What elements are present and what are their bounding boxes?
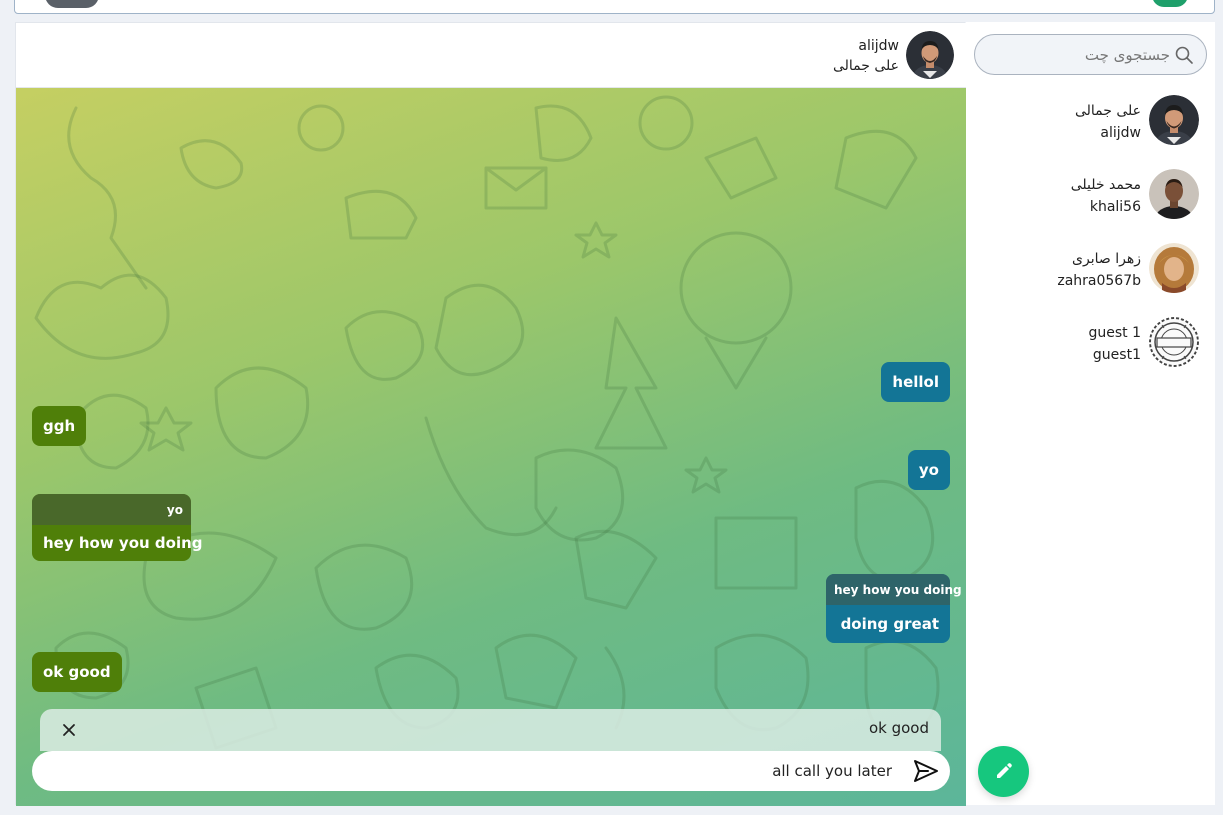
message-text: hey how you doing bbox=[43, 534, 203, 552]
top-bar-avatar[interactable] bbox=[45, 0, 99, 8]
contact-avatar bbox=[1149, 169, 1199, 219]
message-incoming[interactable]: ok good bbox=[32, 652, 122, 692]
message-outgoing-reply[interactable]: hey how you doing doing great bbox=[826, 574, 962, 643]
top-bar-status-button[interactable] bbox=[1152, 0, 1188, 7]
message-incoming[interactable]: ggh bbox=[32, 406, 87, 446]
message-composer bbox=[32, 751, 950, 791]
top-bar bbox=[14, 0, 1215, 14]
send-icon[interactable] bbox=[912, 758, 940, 784]
contact-name: guest 1 bbox=[1088, 325, 1141, 341]
contact-names: زهرا صابری zahra0567b bbox=[1057, 248, 1141, 292]
reply-preview-bar: ok good bbox=[40, 709, 941, 751]
message-quoted-text[interactable]: yo bbox=[32, 494, 191, 525]
new-chat-button[interactable] bbox=[978, 746, 1029, 797]
message-area[interactable]: hellol ggh yo yo hey how you doing hey h… bbox=[16, 88, 966, 806]
contact-name: علی جمالی bbox=[1074, 103, 1141, 119]
contact-names: guest 1 guest1 bbox=[1088, 322, 1141, 366]
contact-username: khali56 bbox=[1089, 199, 1141, 215]
doodle-wallpaper bbox=[34, 95, 940, 790]
contact-name: زهرا صابری bbox=[1072, 251, 1141, 267]
search-icon[interactable] bbox=[1174, 45, 1194, 65]
message-text: yo bbox=[918, 461, 939, 479]
message-outgoing[interactable]: yo bbox=[907, 450, 950, 490]
message-text: ggh bbox=[43, 417, 76, 435]
contact-avatar bbox=[1149, 95, 1199, 145]
contact-item[interactable]: guest 1 guest1 bbox=[966, 317, 1215, 373]
message-quoted-text[interactable]: hey how you doing bbox=[826, 574, 962, 605]
message-text: doing great bbox=[840, 615, 939, 633]
chat-search bbox=[974, 34, 1207, 75]
reply-preview-text: ok good bbox=[868, 719, 929, 737]
contact-item[interactable]: محمد خلیلی khali56 bbox=[966, 169, 1215, 225]
contact-name: محمد خلیلی bbox=[1070, 177, 1141, 193]
chat-header[interactable]: alijdw علی جمالی bbox=[16, 23, 966, 88]
chat-search-input[interactable] bbox=[985, 35, 1170, 74]
message-text: hellol bbox=[892, 373, 939, 391]
message-outgoing[interactable]: hellol bbox=[881, 362, 950, 402]
chat-list-sidebar: علی جمالی alijdw محمد خلیلی khali56 bbox=[966, 22, 1215, 805]
chat-panel: alijdw علی جمالی hellol ggh yo yo hey ho… bbox=[15, 22, 966, 806]
message-input[interactable] bbox=[52, 751, 892, 791]
contact-item[interactable]: زهرا صابری zahra0567b bbox=[966, 243, 1215, 299]
message-incoming-reply[interactable]: yo hey how you doing bbox=[32, 494, 203, 561]
chat-header-username: alijdw bbox=[858, 38, 899, 54]
close-icon[interactable] bbox=[57, 718, 81, 742]
pencil-icon bbox=[997, 763, 1012, 778]
contact-username: guest1 bbox=[1092, 347, 1141, 363]
message-text: ok good bbox=[43, 663, 111, 681]
chat-header-display-name: علی جمالی bbox=[832, 58, 899, 74]
chat-header-names: alijdw علی جمالی bbox=[833, 36, 899, 76]
contact-username: zahra0567b bbox=[1057, 273, 1141, 289]
contact-names: علی جمالی alijdw bbox=[1075, 100, 1141, 144]
chat-header-avatar[interactable] bbox=[906, 31, 954, 79]
contact-item[interactable]: علی جمالی alijdw bbox=[966, 95, 1215, 151]
guest-stamp-icon bbox=[1149, 317, 1199, 367]
contact-names: محمد خلیلی khali56 bbox=[1071, 174, 1141, 218]
contact-username: alijdw bbox=[1100, 125, 1141, 141]
contact-avatar bbox=[1149, 243, 1199, 293]
